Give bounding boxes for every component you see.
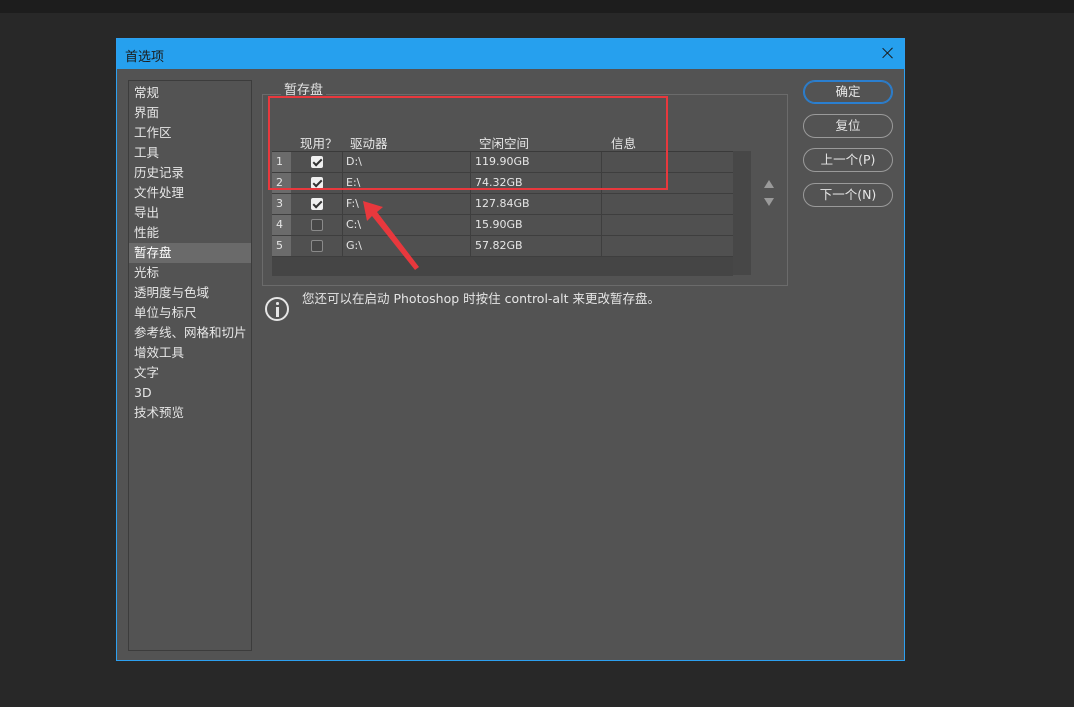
annotation-highlight-box	[268, 96, 668, 190]
active-checkbox[interactable]	[311, 198, 323, 210]
window-title: 首选项	[125, 50, 165, 65]
next-button[interactable]: 下一个(N)	[803, 183, 893, 207]
table-row[interactable]: 4 C:\ 15.90GB	[272, 215, 733, 236]
sidebar-item-guides-grid-slices[interactable]: 参考线、网格和切片	[129, 323, 251, 343]
previous-button[interactable]: 上一个(P)	[803, 148, 893, 172]
info-text: 您还可以在启动 Photoshop 时按住 control-alt 来更改暂存盘…	[302, 291, 660, 306]
sidebar-item-workspace[interactable]: 工作区	[129, 123, 251, 143]
sidebar-item-type[interactable]: 文字	[129, 363, 251, 383]
move-down-arrow-icon[interactable]	[764, 198, 774, 206]
sidebar-item-plugins[interactable]: 增效工具	[129, 343, 251, 363]
sidebar-item-3d[interactable]: 3D	[129, 383, 251, 403]
ok-button[interactable]: 确定	[803, 80, 893, 104]
sidebar-item-interface[interactable]: 界面	[129, 103, 251, 123]
sidebar-item-transparency-gamut[interactable]: 透明度与色域	[129, 283, 251, 303]
sidebar-item-file-handling[interactable]: 文件处理	[129, 183, 251, 203]
sidebar-item-general[interactable]: 常规	[129, 83, 251, 103]
row-index: 5	[272, 236, 291, 256]
info-icon	[265, 297, 289, 321]
table-scrollbar[interactable]	[733, 151, 751, 275]
annotation-arrow-icon	[363, 201, 419, 270]
reset-button[interactable]: 复位	[803, 114, 893, 138]
active-checkbox[interactable]	[311, 219, 323, 231]
sidebar-item-technology-previews[interactable]: 技术预览	[129, 403, 251, 423]
sidebar-item-units-rulers[interactable]: 单位与标尺	[129, 303, 251, 323]
title-bar: 首选项	[117, 39, 904, 69]
sidebar-item-history[interactable]: 历史记录	[129, 163, 251, 183]
sidebar-item-cursors[interactable]: 光标	[129, 263, 251, 283]
table-row[interactable]: 3 F:\ 127.84GB	[272, 194, 733, 215]
preferences-dialog: 首选项 常规 界面 工作区 工具 历史记录 文件处理 导出 性能 暂存盘 光标 …	[116, 38, 905, 661]
row-index: 3	[272, 194, 291, 214]
free-space-cell: 127.84GB	[472, 194, 602, 214]
sidebar-item-performance[interactable]: 性能	[129, 223, 251, 243]
active-checkbox[interactable]	[311, 240, 323, 252]
sidebar-item-tools[interactable]: 工具	[129, 143, 251, 163]
table-row[interactable]: 5 G:\ 57.82GB	[272, 236, 733, 257]
sidebar: 常规 界面 工作区 工具 历史记录 文件处理 导出 性能 暂存盘 光标 透明度与…	[128, 80, 252, 651]
sidebar-item-export[interactable]: 导出	[129, 203, 251, 223]
free-space-cell: 57.82GB	[472, 236, 602, 256]
top-bar	[0, 0, 1074, 13]
row-index: 4	[272, 215, 291, 235]
close-icon[interactable]	[878, 43, 898, 63]
sidebar-item-scratch-disks[interactable]: 暂存盘	[129, 243, 251, 263]
free-space-cell: 15.90GB	[472, 215, 602, 235]
move-up-arrow-icon[interactable]	[764, 180, 774, 188]
